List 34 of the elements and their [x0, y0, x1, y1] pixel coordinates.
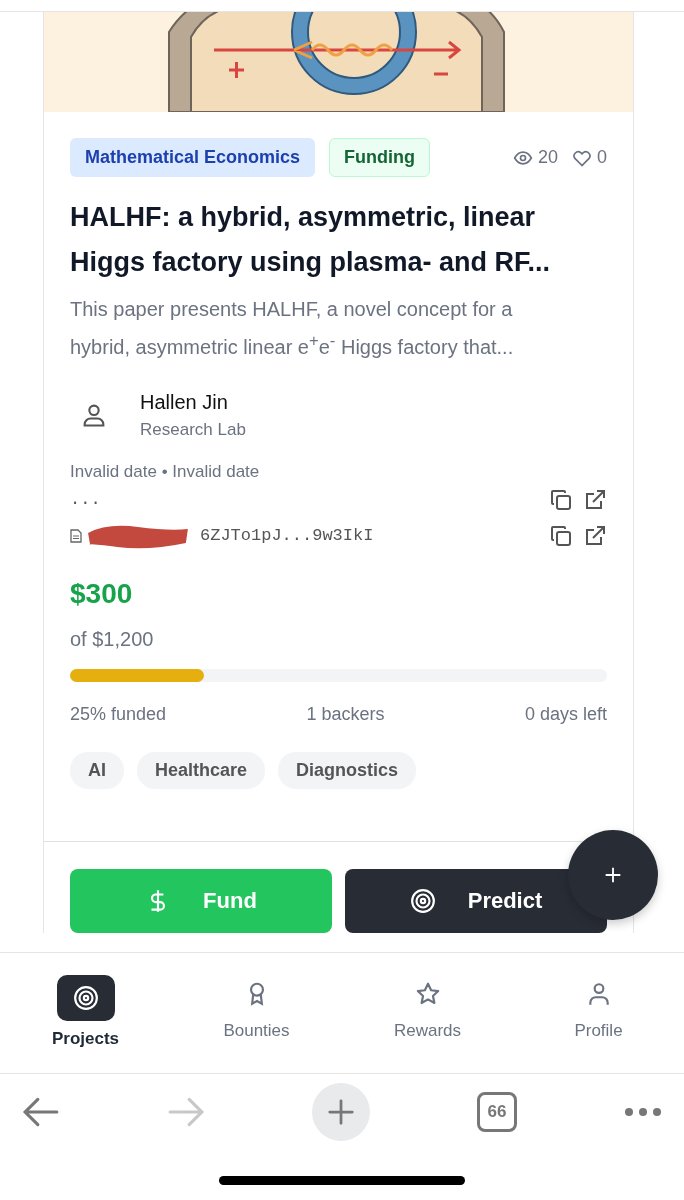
funded-percent: 25% funded [70, 703, 167, 725]
copy-icon[interactable] [549, 487, 573, 512]
arweave-hash: 6ZJTo1pJ...9w3IkI [200, 526, 374, 546]
amount-raised: $300 [70, 577, 134, 610]
project-title: HALHF: a hybrid, asymmetric, linear Higgs factory using plasma- and RF... [70, 201, 552, 279]
backer-count: 1 backers [306, 703, 385, 725]
topic-tag[interactable]: Diagnostics [278, 751, 417, 789]
nav-tab[interactable]: Bounties [171, 953, 342, 1073]
author-affiliation: Research Lab [140, 419, 246, 440]
like-count: 0 [597, 147, 607, 168]
category-badge: Mathematical Economics [70, 138, 316, 177]
nav-tab[interactable]: Profile [513, 953, 684, 1073]
link-text: ... [70, 490, 101, 510]
target-icon [409, 887, 436, 914]
nav-tab[interactable]: Rewards [342, 953, 513, 1073]
view-count: 20 [537, 147, 558, 168]
project-dates: Invalid date • Invalid date [70, 461, 261, 482]
topic-tag[interactable]: Healthcare [137, 751, 266, 789]
document-icon [70, 528, 82, 543]
status-badge: Funding [329, 138, 431, 177]
back-icon[interactable] [22, 1095, 60, 1128]
star-icon [414, 981, 441, 1007]
topic-tag[interactable]: AI [70, 751, 124, 789]
project-description: This paper presents HALHF, a novel concept for a hybrid, asymmetric linear e$^{+}$e$^{-}$ Higgs factory that... [70, 297, 515, 360]
funding-goal: of $1,200 [70, 627, 155, 651]
tab-count-button[interactable]: 66 [477, 1091, 517, 1132]
more-icon[interactable] [624, 1106, 662, 1117]
days-left: 0 days left [524, 703, 607, 725]
author-name: Hallen Jin [140, 390, 229, 414]
external-link-icon[interactable] [583, 487, 607, 512]
copy-icon[interactable] [549, 523, 573, 548]
target-icon [72, 985, 99, 1011]
nav-tab[interactable]: Projects [0, 953, 171, 1073]
external-link-icon[interactable] [583, 523, 607, 548]
